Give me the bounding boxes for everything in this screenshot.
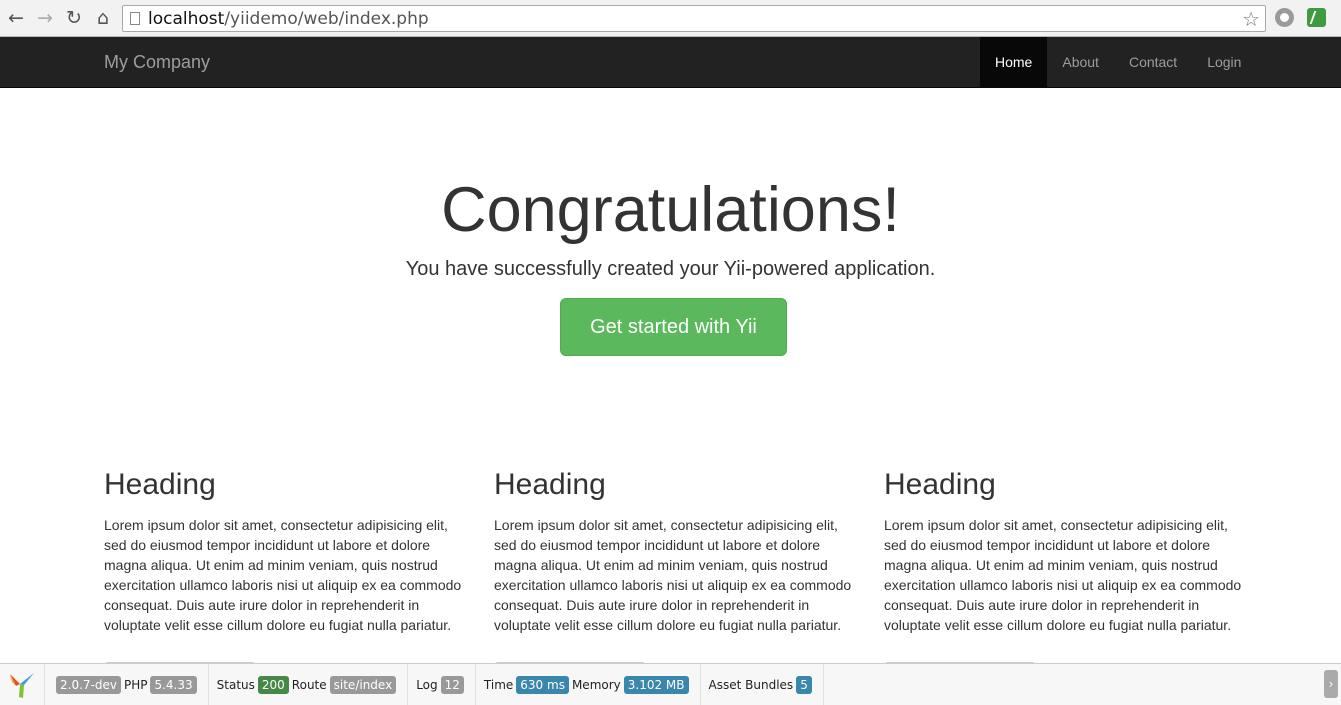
route-badge: site/index — [329, 675, 397, 694]
get-started-button[interactable]: Get started with Yii — [560, 298, 787, 356]
nav-item-about[interactable]: About — [1047, 37, 1114, 87]
extension-icon[interactable] — [1275, 8, 1294, 27]
debug-toolbar: 2.0.7-dev PHP 5.4.33 Status 200 Route si… — [0, 663, 1341, 705]
column-heading: Heading — [494, 468, 606, 501]
column-heading: Heading — [884, 468, 996, 501]
home-icon[interactable]: ⌂ — [93, 7, 113, 29]
content-column: Heading Lorem ipsum dolor sit amet, cons… — [884, 466, 1249, 696]
debug-profiling-block[interactable]: Time 630 ms Memory 3.102 MB — [476, 664, 701, 705]
column-heading: Heading — [104, 468, 216, 501]
url-host: localhost — [148, 9, 225, 29]
php-label: PHP — [123, 677, 148, 692]
status-label: Status — [216, 677, 255, 692]
bookmark-star-icon[interactable]: ☆ — [1242, 7, 1260, 31]
nav-item-home[interactable]: Home — [980, 37, 1048, 87]
nav-menu: Home About Contact Login — [980, 37, 1256, 87]
jumbotron-lead: You have successfully created your Yii-p… — [405, 258, 936, 280]
debug-request-block[interactable]: Status 200 Route site/index — [209, 664, 409, 705]
debug-assets-block[interactable]: Asset Bundles 5 — [701, 664, 824, 705]
debug-log-block[interactable]: Log 12 — [408, 664, 476, 705]
back-icon[interactable]: ← — [6, 7, 26, 29]
yii-logo-icon — [10, 672, 34, 698]
nav-item-contact[interactable]: Contact — [1114, 37, 1192, 87]
extension-leaf-icon[interactable] — [1307, 8, 1326, 27]
asset-bundles-badge: 5 — [796, 675, 812, 694]
nav-item-login[interactable]: Login — [1192, 37, 1256, 87]
content-column: Heading Lorem ipsum dolor sit amet, cons… — [104, 466, 469, 696]
toolbar-collapse-icon[interactable]: › — [1324, 670, 1338, 698]
asset-bundles-label: Asset Bundles — [708, 677, 794, 692]
navbar: My Company Home About Contact Login — [0, 37, 1341, 88]
content-column: Heading Lorem ipsum dolor sit amet, cons… — [494, 466, 859, 696]
browser-toolbar: ← → ↻ ⌂ localhost/yiidemo/web/index.php … — [0, 0, 1341, 37]
memory-badge: 3.102 MB — [623, 675, 689, 694]
forward-icon[interactable]: → — [35, 7, 55, 29]
page-icon — [130, 12, 140, 25]
yii-version-badge: 2.0.7-dev — [56, 675, 121, 694]
column-text: Lorem ipsum dolor sit amet, consectetur … — [884, 517, 1242, 633]
address-url[interactable]: localhost/yiidemo/web/index.php — [148, 9, 429, 29]
jumbotron-title: Congratulations! — [441, 175, 900, 245]
log-label: Log — [416, 677, 438, 692]
url-path: /yiidemo/web/index.php — [224, 9, 429, 29]
column-text: Lorem ipsum dolor sit amet, consectetur … — [494, 517, 852, 633]
time-badge: 630 ms — [516, 675, 569, 694]
yii-logo[interactable] — [0, 664, 45, 705]
column-text: Lorem ipsum dolor sit amet, consectetur … — [104, 517, 462, 633]
time-label: Time — [483, 677, 514, 692]
status-badge: 200 — [257, 675, 289, 694]
brand-link[interactable]: My Company — [104, 52, 210, 72]
log-count-badge: 12 — [440, 675, 464, 694]
memory-label: Memory — [571, 677, 621, 692]
address-bar[interactable]: localhost/yiidemo/web/index.php ☆ — [122, 5, 1266, 32]
route-label: Route — [291, 677, 327, 692]
reload-icon[interactable]: ↻ — [64, 7, 84, 29]
debug-version-block[interactable]: 2.0.7-dev PHP 5.4.33 — [45, 664, 209, 705]
php-version-badge: 5.4.33 — [150, 675, 197, 694]
